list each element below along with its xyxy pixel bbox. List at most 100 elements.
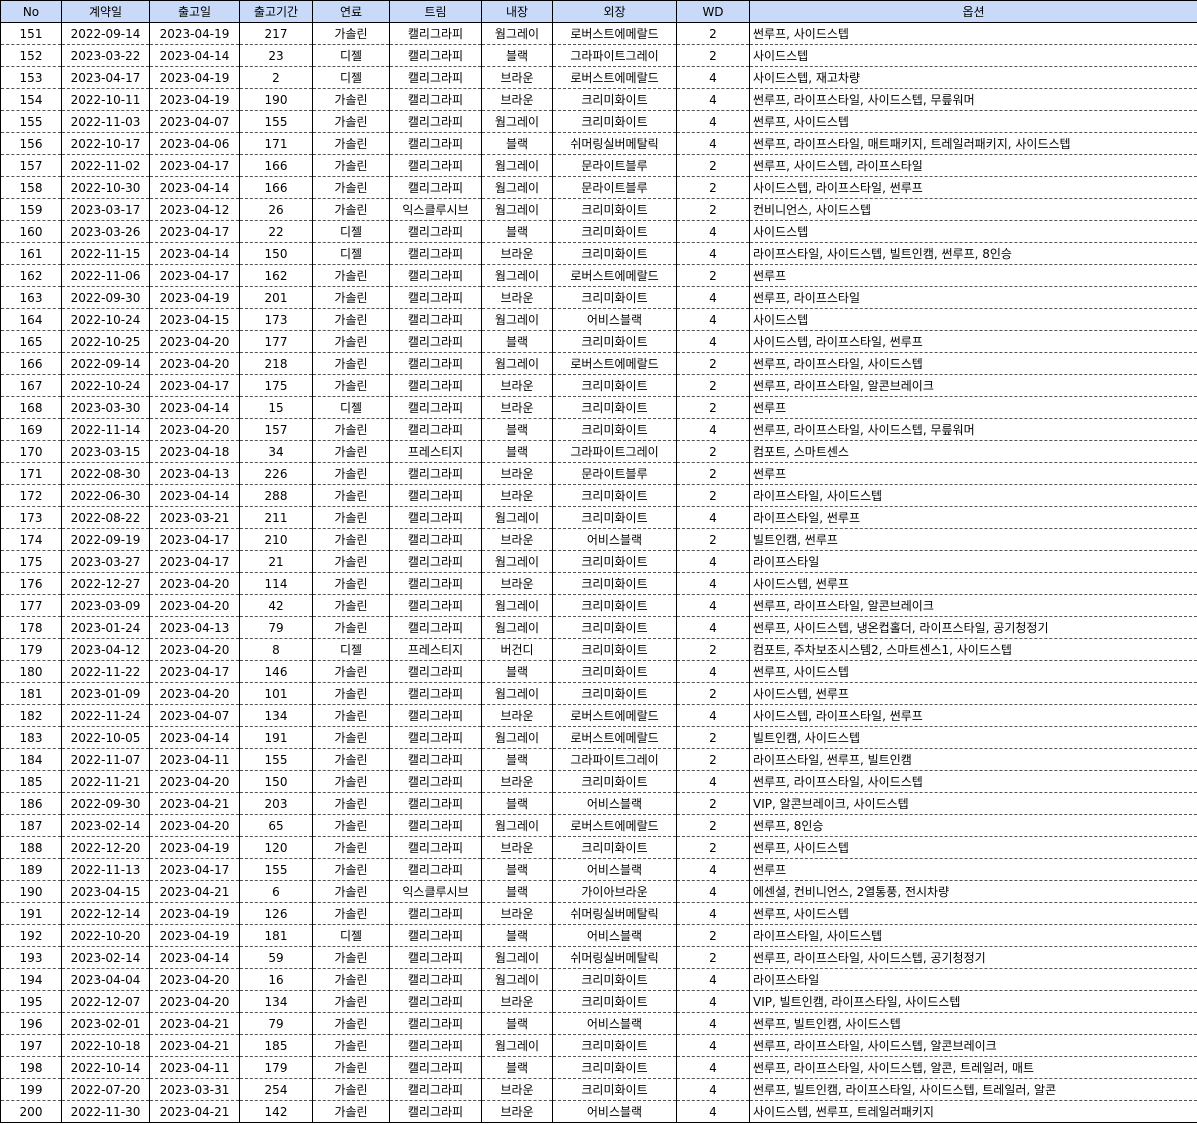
table-cell[interactable]: 어비스블랙 [552, 792, 677, 815]
table-cell[interactable]: 2023-04-07 [149, 704, 240, 727]
table-cell[interactable]: 2022-08-22 [61, 506, 150, 529]
table-cell[interactable]: 썬루프, 라이프스타일, 사이드스텝, 알콘, 트레일러, 매트 [749, 1056, 1197, 1079]
table-cell[interactable]: 가솔린 [312, 330, 390, 353]
table-cell[interactable]: 캘리그라피 [389, 484, 482, 507]
table-cell[interactable]: 쉬머링실버메탈릭 [552, 946, 677, 969]
table-cell[interactable]: 블랙 [481, 748, 553, 771]
table-cell[interactable]: 라이프스타일, 썬루프, 빌트인캠 [749, 748, 1197, 771]
table-cell[interactable]: 161 [0, 242, 62, 265]
table-cell[interactable]: 캘리그라피 [389, 726, 482, 749]
table-cell[interactable]: 182 [0, 704, 62, 727]
table-cell[interactable]: 150 [239, 242, 313, 265]
table-cell[interactable]: 168 [0, 396, 62, 419]
table-cell[interactable]: 캘리그라피 [389, 616, 482, 639]
table-cell[interactable]: 4 [676, 418, 750, 441]
table-cell[interactable]: 가솔린 [312, 550, 390, 573]
table-cell[interactable]: 4 [676, 594, 750, 617]
table-cell[interactable]: 캘리그라피 [389, 110, 482, 133]
table-cell[interactable]: 가솔린 [312, 176, 390, 199]
table-cell[interactable]: 디젤 [312, 924, 390, 947]
table-cell[interactable]: 2022-12-27 [61, 572, 150, 595]
table-cell[interactable]: 웜그레이 [481, 946, 553, 969]
column-header[interactable]: No [0, 0, 62, 23]
table-cell[interactable]: 가솔린 [312, 308, 390, 331]
column-header[interactable]: 계약일 [61, 0, 150, 23]
table-cell[interactable]: 159 [0, 198, 62, 221]
table-cell[interactable]: 2023-04-17 [149, 154, 240, 177]
table-cell[interactable]: 디젤 [312, 66, 390, 89]
table-cell[interactable]: 2 [676, 638, 750, 661]
table-cell[interactable]: 173 [239, 308, 313, 331]
table-cell[interactable]: 크리미화이트 [552, 484, 677, 507]
table-cell[interactable]: 171 [239, 132, 313, 155]
table-cell[interactable]: 2022-09-30 [61, 792, 150, 815]
table-cell[interactable]: 웜그레이 [481, 682, 553, 705]
table-cell[interactable]: 가솔린 [312, 572, 390, 595]
table-cell[interactable]: 크리미화이트 [552, 1078, 677, 1101]
table-cell[interactable]: 2023-04-15 [61, 880, 150, 903]
table-cell[interactable]: 4 [676, 1100, 750, 1123]
table-cell[interactable]: 218 [239, 352, 313, 375]
table-cell[interactable]: 어비스블랙 [552, 528, 677, 551]
table-cell[interactable]: 가솔린 [312, 22, 390, 45]
table-cell[interactable]: 가솔린 [312, 836, 390, 859]
table-cell[interactable]: 크리미화이트 [552, 682, 677, 705]
table-cell[interactable]: 2023-01-09 [61, 682, 150, 705]
table-cell[interactable]: 가솔린 [312, 352, 390, 375]
table-cell[interactable]: 크리미화이트 [552, 660, 677, 683]
table-cell[interactable]: 179 [239, 1056, 313, 1079]
table-cell[interactable]: 웜그레이 [481, 154, 553, 177]
table-cell[interactable]: 2 [239, 66, 313, 89]
table-cell[interactable]: 134 [239, 704, 313, 727]
table-cell[interactable]: 캘리그라피 [389, 418, 482, 441]
table-cell[interactable]: 2023-03-22 [61, 44, 150, 67]
table-cell[interactable]: 웜그레이 [481, 726, 553, 749]
table-cell[interactable]: 2 [676, 924, 750, 947]
table-cell[interactable]: 디젤 [312, 396, 390, 419]
table-cell[interactable]: 사이드스텝 [749, 308, 1197, 331]
table-cell[interactable]: 2023-04-19 [149, 924, 240, 947]
table-cell[interactable]: 웜그레이 [481, 22, 553, 45]
table-cell[interactable]: 2023-04-19 [149, 286, 240, 309]
table-cell[interactable]: 브라운 [481, 484, 553, 507]
table-cell[interactable]: 150 [239, 770, 313, 793]
table-cell[interactable]: 썬루프, 라이프스타일, 사이드스텝, 무릎워머 [749, 418, 1197, 441]
table-cell[interactable]: 155 [239, 110, 313, 133]
table-cell[interactable]: 175 [0, 550, 62, 573]
table-cell[interactable]: 캘리그라피 [389, 176, 482, 199]
table-cell[interactable]: 174 [0, 528, 62, 551]
table-cell[interactable]: 2023-04-13 [149, 616, 240, 639]
table-cell[interactable]: 브라운 [481, 462, 553, 485]
table-cell[interactable]: 170 [0, 440, 62, 463]
column-header[interactable]: 옵션 [749, 0, 1197, 23]
table-cell[interactable]: 186 [0, 792, 62, 815]
table-cell[interactable]: 블랙 [481, 418, 553, 441]
table-cell[interactable]: 가이아브라운 [552, 880, 677, 903]
table-cell[interactable]: 가솔린 [312, 374, 390, 397]
table-cell[interactable]: 163 [0, 286, 62, 309]
table-cell[interactable]: 4 [676, 770, 750, 793]
table-cell[interactable]: 2 [676, 396, 750, 419]
table-cell[interactable]: 컴포트, 주차보조시스템2, 스마트센스1, 사이드스텝 [749, 638, 1197, 661]
table-cell[interactable]: 4 [676, 220, 750, 243]
table-cell[interactable]: 2022-11-07 [61, 748, 150, 771]
table-cell[interactable]: 2023-04-14 [149, 396, 240, 419]
table-cell[interactable]: 2022-06-30 [61, 484, 150, 507]
table-cell[interactable]: 프레스티지 [389, 638, 482, 661]
table-cell[interactable]: 가솔린 [312, 616, 390, 639]
table-cell[interactable]: 2023-04-14 [149, 946, 240, 969]
table-cell[interactable]: 197 [0, 1034, 62, 1057]
table-cell[interactable]: 웜그레이 [481, 616, 553, 639]
table-cell[interactable]: 썬루프, 라이프스타일, 알콘브레이크 [749, 374, 1197, 397]
table-cell[interactable]: 2023-04-20 [149, 330, 240, 353]
table-cell[interactable]: 154 [0, 88, 62, 111]
table-cell[interactable]: 브라운 [481, 66, 553, 89]
table-cell[interactable]: 2022-11-02 [61, 154, 150, 177]
table-cell[interactable]: 2023-04-21 [149, 1012, 240, 1035]
table-cell[interactable]: 캘리그라피 [389, 22, 482, 45]
table-cell[interactable]: 157 [239, 418, 313, 441]
table-cell[interactable]: 152 [0, 44, 62, 67]
table-cell[interactable]: 2 [676, 198, 750, 221]
table-cell[interactable]: 2022-11-22 [61, 660, 150, 683]
table-cell[interactable]: 2022-11-21 [61, 770, 150, 793]
